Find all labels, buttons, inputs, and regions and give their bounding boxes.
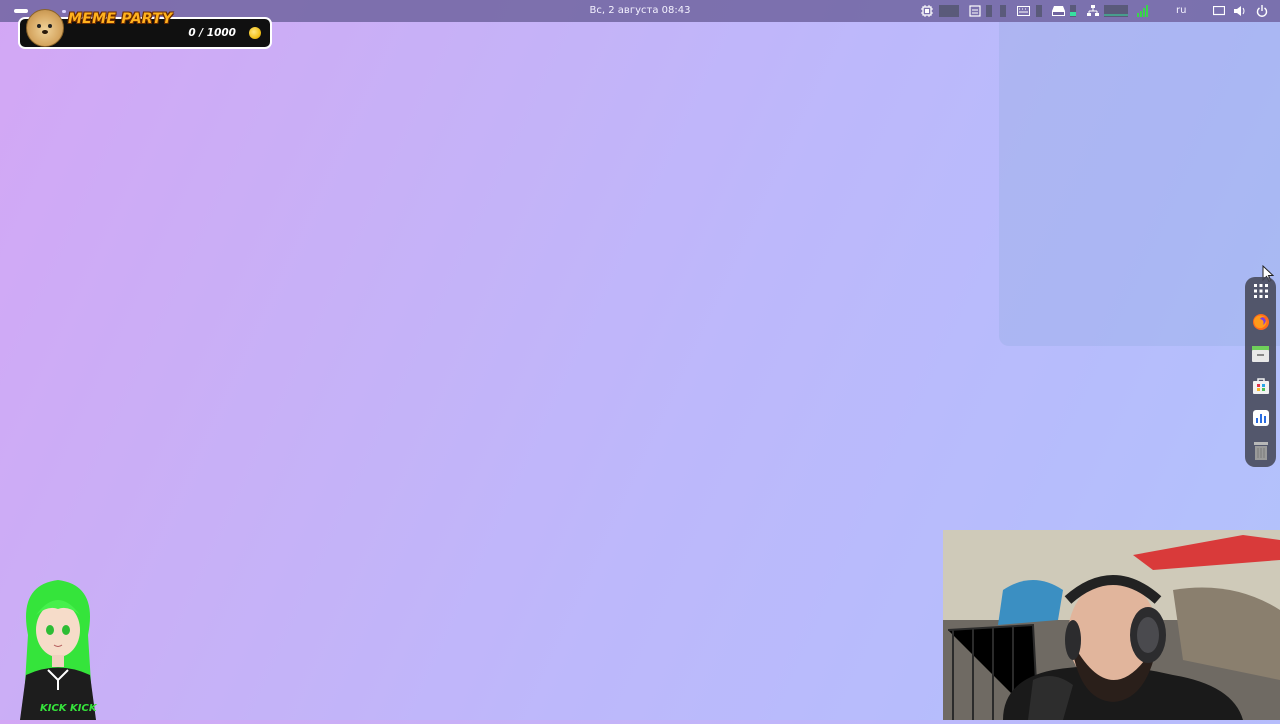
software-store-icon[interactable]: [1251, 376, 1270, 395]
keyboard-icon[interactable]: [1016, 3, 1030, 19]
files-icon[interactable]: [1251, 344, 1270, 363]
signal-icon[interactable]: [1136, 3, 1150, 19]
network-graph-icon[interactable]: [1103, 3, 1129, 19]
coin-icon: [249, 27, 261, 39]
translucent-window: [999, 22, 1280, 346]
load-graph-icon[interactable]: [1034, 3, 1044, 19]
memory-graph-icon[interactable]: [984, 3, 994, 19]
avatar-caption: KICK KICK: [40, 703, 97, 714]
meme-party-title: MEME PARTY: [68, 11, 173, 27]
power-icon[interactable]: [1255, 3, 1269, 19]
webcam-feed: [943, 530, 1280, 720]
volume-icon[interactable]: [1233, 3, 1247, 19]
drive-activity-icon[interactable]: [1068, 3, 1078, 19]
language-indicator[interactable]: ru: [1176, 5, 1186, 16]
doge-icon: [26, 9, 64, 47]
meme-party-score: 0 / 1000: [188, 27, 236, 39]
network-icon[interactable]: [1086, 3, 1100, 19]
swap-graph-icon[interactable]: [998, 3, 1008, 19]
meme-party-widget: MEME PARTY 0 / 1000: [18, 9, 272, 49]
system-monitor-icon[interactable]: [1251, 408, 1270, 427]
firefox-icon[interactable]: [1251, 312, 1270, 331]
drive-icon[interactable]: [1050, 3, 1066, 19]
app-grid-icon[interactable]: [1251, 281, 1270, 300]
trash-icon[interactable]: [1251, 441, 1270, 460]
screen-icon[interactable]: [1212, 3, 1226, 19]
cpu-graph-icon[interactable]: [938, 3, 960, 19]
vtuber-avatar: KICK KICK: [8, 575, 108, 720]
dock: [1245, 277, 1276, 467]
cpu-monitor-icon[interactable]: [920, 3, 934, 19]
clipboard-icon[interactable]: [968, 3, 982, 19]
